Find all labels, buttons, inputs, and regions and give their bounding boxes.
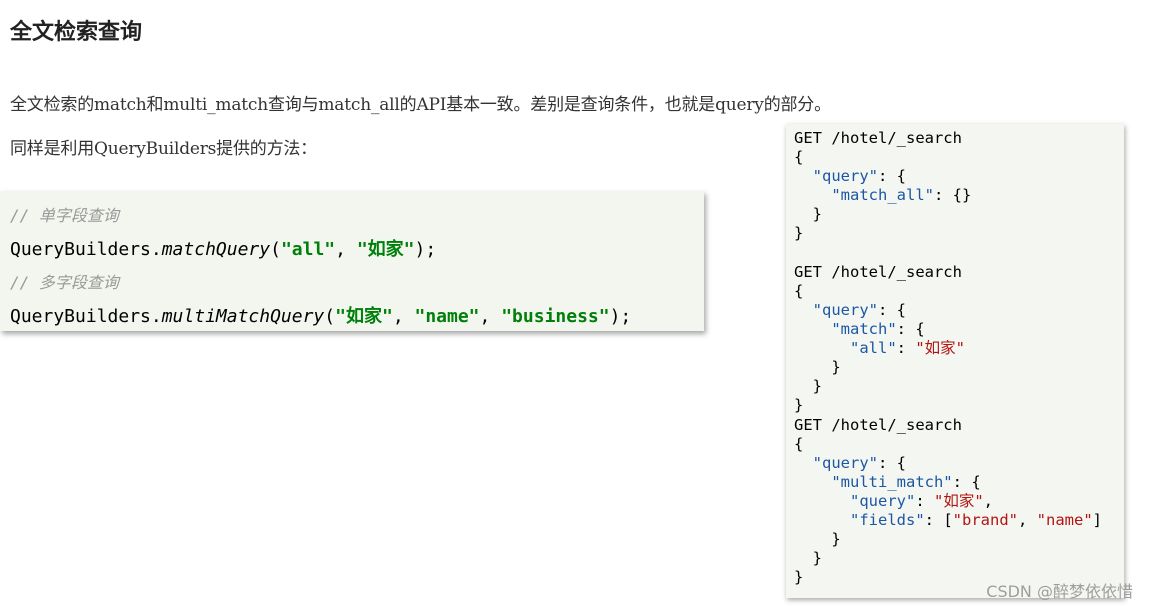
json-value: "name" (1036, 511, 1093, 529)
intro-paragraph: 全文检索的match和multi_match查询与match_all的API基本… (10, 95, 831, 115)
code-string: "如家" (335, 306, 393, 327)
code-method: matchQuery (161, 239, 271, 260)
json-key: "multi_match" (831, 473, 953, 491)
json-key: "query" (850, 492, 916, 510)
json-brace: } (794, 396, 804, 414)
json-key: "all" (850, 339, 897, 357)
code-line-multi-match-query: QueryBuilders.multiMatchQuery("如家", "nam… (10, 302, 631, 328)
json-brace: } (794, 377, 822, 395)
code-class: QueryBuilders. (10, 239, 162, 260)
json-key: "query" (812, 301, 878, 319)
code-string: "business" (501, 306, 610, 327)
json-line: "fields": ["brand", "name"] (850, 511, 1102, 529)
json-key: "query" (812, 454, 878, 472)
json-key: "match" (831, 320, 897, 338)
json-line: "match_all": {} (831, 186, 972, 204)
json-key: "match_all" (831, 186, 934, 204)
json-line: "multi_match": { (831, 473, 981, 491)
json-value: "如家" (915, 339, 966, 357)
json-line: "query": { (812, 454, 906, 472)
code-sep: , (479, 306, 502, 327)
code-method: multiMatchQuery (161, 306, 325, 327)
code-sep: , (335, 239, 357, 260)
json-brace: } (794, 530, 841, 548)
code-paren: ); (414, 239, 437, 260)
json-brace: } (794, 358, 841, 376)
json-line: "query": { (812, 167, 906, 185)
method-paragraph: 同样是利用QueryBuilders提供的方法： (10, 139, 317, 159)
json-brace: { (794, 148, 804, 166)
code-string: "all" (280, 239, 336, 260)
code-comment-multi: // 多字段查询 (10, 273, 119, 292)
code-paren: ); (609, 306, 632, 327)
json-dsl-code-block: GET /hotel/_search { "query": { "match_a… (786, 124, 1124, 598)
json-brace: } (794, 568, 804, 586)
code-paren: ( (270, 239, 281, 260)
json-brace: { (794, 282, 804, 300)
json-line: "query": { (812, 301, 906, 319)
json-brace: } (794, 205, 822, 223)
json-brace: { (794, 435, 804, 453)
json-line: "query": "如家", (850, 492, 994, 510)
csdn-watermark: CSDN @醉梦依依惜 (986, 582, 1133, 601)
java-code-block: // 单字段查询 QueryBuilders.matchQuery("all",… (0, 191, 704, 331)
code-comment-single: // 单字段查询 (10, 206, 119, 225)
json-value: "brand" (952, 511, 1018, 529)
json-get-line: GET /hotel/_search (794, 129, 962, 147)
code-line-match-query: QueryBuilders.matchQuery("all", "如家"); (10, 235, 436, 261)
code-class: QueryBuilders. (10, 306, 162, 327)
json-key: "fields" (850, 511, 925, 529)
json-key: "query" (812, 167, 878, 185)
json-line: "all": "如家" (850, 339, 966, 357)
json-get-line: GET /hotel/_search (794, 416, 962, 434)
code-sep: , (392, 306, 415, 327)
code-paren: ( (324, 306, 336, 327)
json-brace: } (794, 224, 804, 242)
json-value: "如家" (934, 492, 984, 510)
code-string: "name" (414, 306, 480, 327)
code-string: "如家" (356, 239, 415, 260)
json-line: "match": { (831, 320, 925, 338)
page-title: 全文检索查询 (10, 20, 143, 45)
json-brace: } (794, 549, 822, 567)
json-get-line: GET /hotel/_search (794, 263, 962, 281)
